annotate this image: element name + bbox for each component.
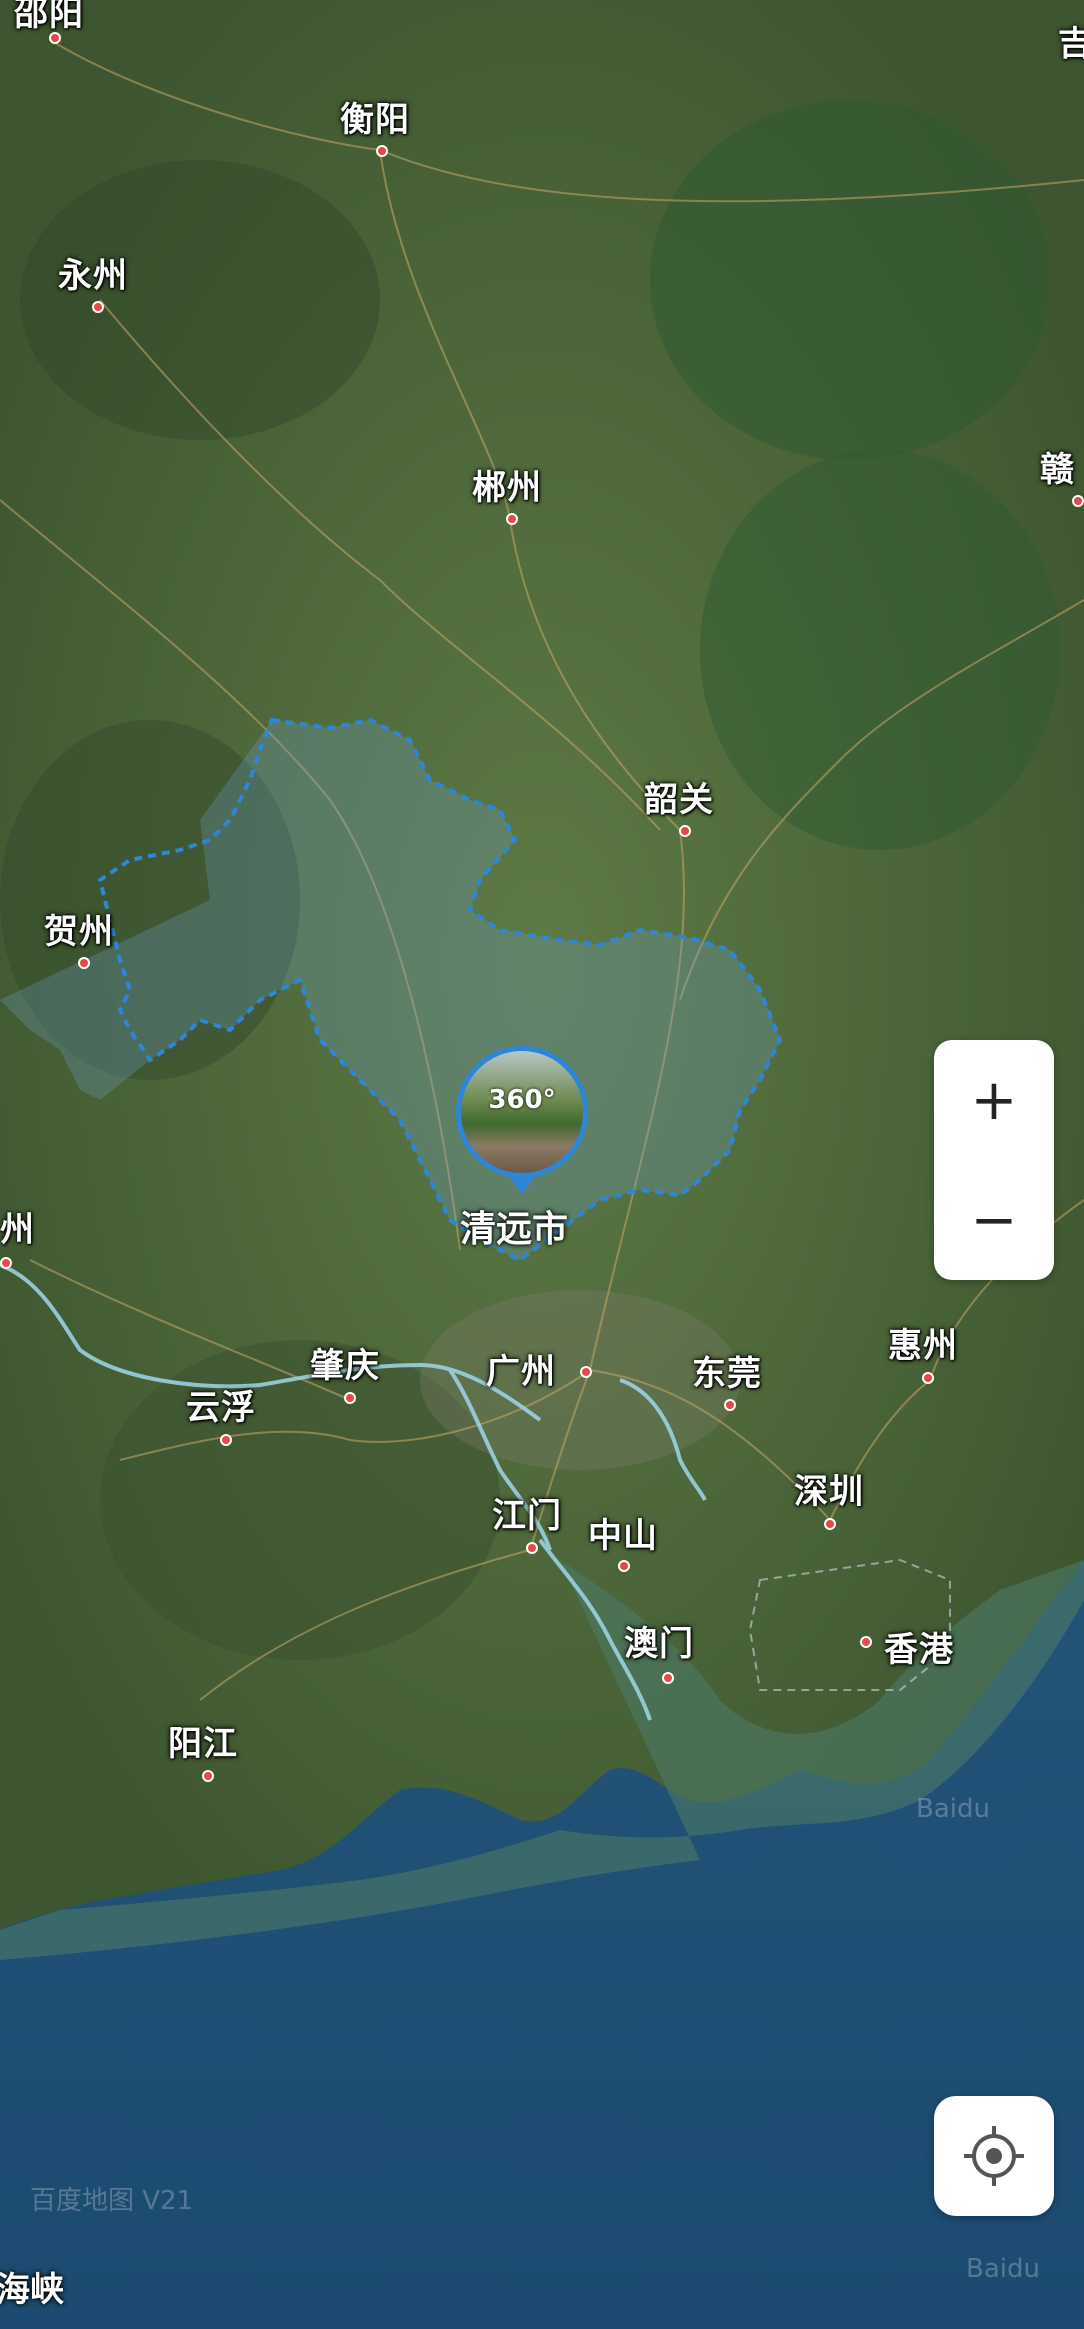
city-marker-guangzhou[interactable] bbox=[580, 1366, 592, 1378]
city-marker-chenzhou[interactable] bbox=[506, 513, 518, 525]
terrain-patch bbox=[20, 160, 380, 440]
city-marker-yangjiang[interactable] bbox=[202, 1770, 214, 1782]
city-marker-shenzhen[interactable] bbox=[824, 1518, 836, 1530]
city-marker-shaoguan[interactable] bbox=[679, 825, 691, 837]
city-label-dongguan[interactable]: 东莞 bbox=[692, 1346, 762, 1395]
pano-360-text: 360° bbox=[488, 1085, 556, 1115]
city-label-hengyang[interactable]: 衡阳 bbox=[340, 92, 410, 141]
city-marker-macau[interactable] bbox=[662, 1672, 674, 1684]
city-label-ji[interactable]: 吉 bbox=[1058, 16, 1084, 65]
city-label-shaoguan[interactable]: 韶关 bbox=[644, 772, 714, 821]
city-label-shenzhen[interactable]: 深圳 bbox=[794, 1464, 864, 1513]
city-label-chenzhou[interactable]: 郴州 bbox=[472, 460, 542, 509]
panorama-360-marker[interactable]: 360° bbox=[456, 1046, 588, 1178]
city-marker-zhongshan[interactable] bbox=[618, 1560, 630, 1572]
city-label-yangjiang[interactable]: 阳江 bbox=[168, 1716, 238, 1765]
baidu-watermark: Baidu bbox=[966, 2254, 1040, 2284]
city-label-shaoyang[interactable]: 邵阳 bbox=[14, 0, 84, 35]
city-label-ganzhou[interactable]: 赣 bbox=[1040, 442, 1075, 491]
map-code-watermark: 百度地图 V21 bbox=[30, 2186, 194, 2216]
city-label-macau[interactable]: 澳门 bbox=[624, 1616, 694, 1665]
city-marker-shaoyang[interactable] bbox=[49, 32, 61, 44]
city-marker-yongzhou[interactable] bbox=[92, 301, 104, 313]
city-label-hezhou[interactable]: 贺州 bbox=[44, 904, 114, 953]
city-marker-ganzhou[interactable] bbox=[1072, 495, 1084, 507]
city-label-wuzhou[interactable]: 州 bbox=[0, 1202, 35, 1251]
zoom-controls: + − bbox=[934, 1040, 1054, 1280]
city-label-jiangmen[interactable]: 江门 bbox=[492, 1488, 562, 1537]
zoom-in-button[interactable]: + bbox=[934, 1040, 1054, 1160]
city-marker-hezhou[interactable] bbox=[78, 957, 90, 969]
city-marker-huizhou[interactable] bbox=[922, 1372, 934, 1384]
city-label-yunfu[interactable]: 云浮 bbox=[186, 1380, 256, 1429]
pano-pointer-icon bbox=[509, 1176, 535, 1194]
city-marker-zhaoqing[interactable] bbox=[344, 1392, 356, 1404]
sea-label: 海峡 bbox=[0, 2270, 64, 2310]
city-marker-wuzhou[interactable] bbox=[0, 1257, 12, 1269]
city-label-yongzhou[interactable]: 永州 bbox=[58, 248, 128, 297]
terrain-patch bbox=[700, 450, 1060, 850]
city-label-hongkong[interactable]: 香港 bbox=[884, 1622, 954, 1671]
zoom-out-button[interactable]: − bbox=[934, 1160, 1054, 1280]
region-label-qingyuan[interactable]: 清远市 bbox=[460, 1200, 568, 1252]
terrain-patch bbox=[650, 100, 1050, 460]
location-target-icon bbox=[964, 2126, 1024, 2186]
city-label-zhongshan[interactable]: 中山 bbox=[588, 1508, 658, 1557]
city-marker-jiangmen[interactable] bbox=[526, 1542, 538, 1554]
locate-button[interactable] bbox=[934, 2096, 1054, 2216]
city-label-zhaoqing[interactable]: 肇庆 bbox=[310, 1338, 380, 1387]
city-marker-dongguan[interactable] bbox=[724, 1399, 736, 1411]
city-marker-hengyang[interactable] bbox=[376, 145, 388, 157]
city-label-huizhou[interactable]: 惠州 bbox=[888, 1318, 958, 1367]
city-marker-hongkong[interactable] bbox=[860, 1636, 872, 1648]
city-marker-yunfu[interactable] bbox=[220, 1434, 232, 1446]
city-label-guangzhou[interactable]: 广州 bbox=[486, 1344, 556, 1393]
baidu-watermark: Baidu bbox=[916, 1794, 990, 1824]
